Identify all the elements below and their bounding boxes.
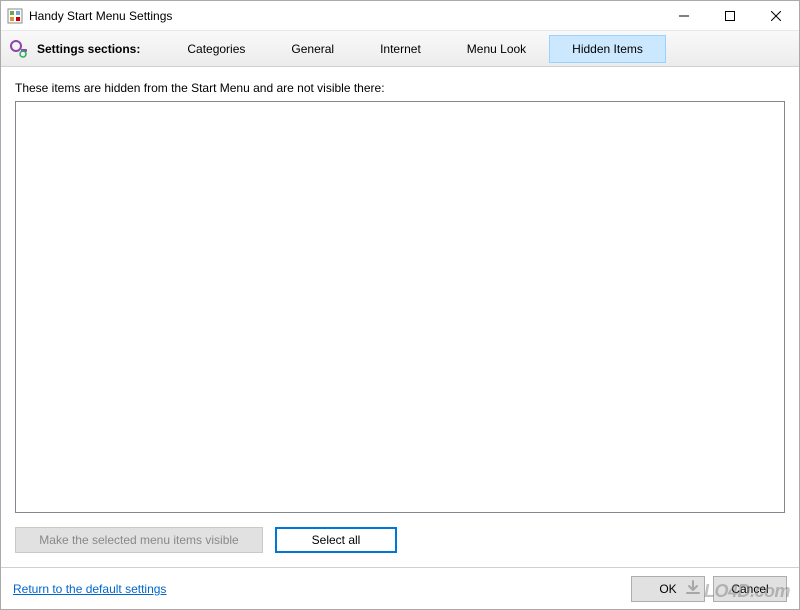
toolbar: Settings sections: Categories General In… [1,31,799,67]
tab-general[interactable]: General [268,35,357,63]
tab-internet[interactable]: Internet [357,35,444,63]
window-controls [661,1,799,30]
app-icon [7,8,23,24]
window-title: Handy Start Menu Settings [29,9,661,23]
action-row: Make the selected menu items visible Sel… [15,527,785,553]
hidden-items-description: These items are hidden from the Start Me… [15,81,785,95]
tab-menu-look[interactable]: Menu Look [444,35,549,63]
hidden-items-listbox[interactable] [15,101,785,513]
settings-icon [9,39,29,59]
maximize-button[interactable] [707,1,753,30]
window: Handy Start Menu Settings Settings secti… [0,0,800,610]
close-button[interactable] [753,1,799,30]
sections-label: Settings sections: [37,42,140,56]
ok-button[interactable]: OK [631,576,705,602]
content-area: These items are hidden from the Start Me… [1,67,799,567]
cancel-button[interactable]: Cancel [713,576,787,602]
select-all-button[interactable]: Select all [275,527,397,553]
make-visible-button: Make the selected menu items visible [15,527,263,553]
tab-hidden-items[interactable]: Hidden Items [549,35,666,63]
tab-categories[interactable]: Categories [164,35,268,63]
titlebar: Handy Start Menu Settings [1,1,799,31]
reset-defaults-link[interactable]: Return to the default settings [13,582,166,596]
footer: Return to the default settings OK Cancel [1,567,799,609]
minimize-button[interactable] [661,1,707,30]
